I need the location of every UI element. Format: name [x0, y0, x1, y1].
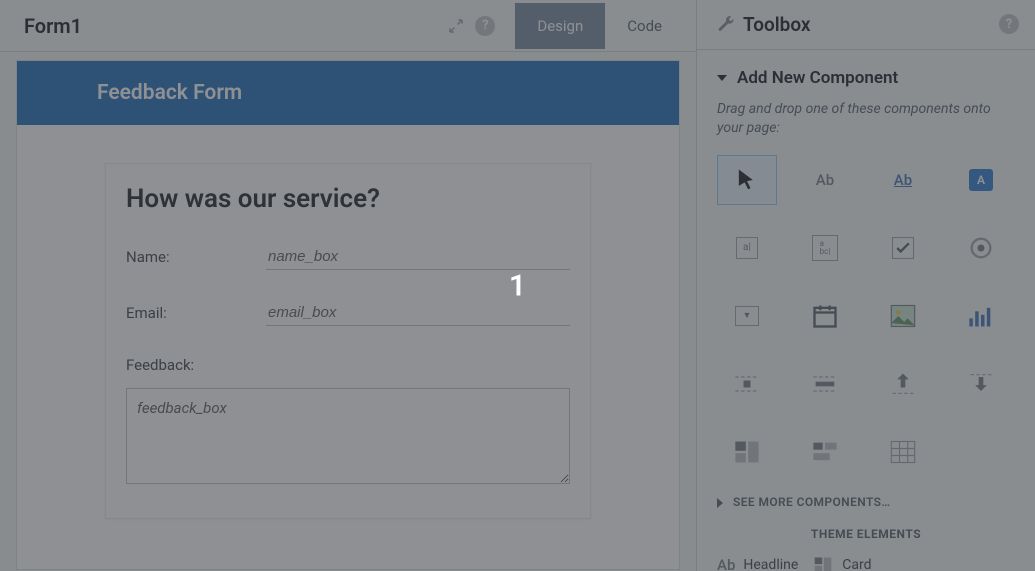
help-icon[interactable]: ? — [475, 16, 495, 36]
image-icon — [889, 302, 917, 330]
component-cursor[interactable] — [717, 155, 777, 205]
form-canvas[interactable]: Feedback Form How was our service? Name:… — [16, 60, 680, 570]
card-icon — [812, 555, 834, 571]
designer-header: Form1 ? Design Code — [0, 0, 696, 52]
form-card[interactable]: How was our service? Name: Email: Feedba… — [105, 163, 591, 519]
checkbox-icon — [889, 234, 917, 262]
toolbox-pane: Toolbox ? Add New Component Drag and dro… — [697, 0, 1035, 571]
name-input[interactable] — [266, 244, 570, 270]
component-link[interactable]: Ab — [873, 155, 933, 205]
dropdown-icon: ▼ — [735, 306, 759, 326]
component-button[interactable]: A — [951, 155, 1011, 205]
tab-code[interactable]: Code — [605, 3, 684, 49]
designer-pane: Form1 ? Design Code Feedback Form How wa… — [0, 0, 697, 571]
component-timer[interactable] — [795, 359, 855, 409]
see-more-components[interactable]: SEE MORE COMPONENTS… — [717, 495, 1015, 509]
column-panel-icon — [733, 438, 761, 466]
name-label[interactable]: Name: — [126, 248, 266, 266]
radio-icon — [967, 234, 995, 262]
theme-headline-label: Headline — [743, 557, 798, 571]
spacer-h-icon — [811, 370, 839, 398]
component-fileloader[interactable] — [873, 359, 933, 409]
feedback-label[interactable]: Feedback: — [126, 356, 570, 374]
upload-icon — [889, 370, 917, 398]
theme-headline[interactable]: Ab Headline — [717, 556, 798, 571]
caret-right-icon — [717, 498, 723, 508]
email-input[interactable] — [266, 300, 570, 326]
component-label[interactable]: Ab — [795, 155, 855, 205]
chart-icon — [967, 302, 995, 330]
component-dropdown[interactable]: ▼ — [717, 291, 777, 341]
cursor-icon — [733, 166, 761, 194]
add-component-section[interactable]: Add New Component — [717, 68, 1015, 88]
component-radio[interactable] — [951, 223, 1011, 273]
component-download[interactable] — [951, 359, 1011, 409]
component-datepicker[interactable] — [795, 291, 855, 341]
component-textbox[interactable]: a| — [717, 223, 777, 273]
form-title-bar[interactable]: Feedback Form — [17, 61, 679, 125]
canvas-area[interactable]: Feedback Form How was our service? Name:… — [0, 52, 696, 571]
component-data-grid[interactable] — [873, 427, 933, 477]
tab-design[interactable]: Design — [515, 3, 605, 49]
label-icon: Ab — [816, 171, 834, 189]
wrench-icon — [717, 15, 735, 33]
textarea-icon: abc| — [812, 235, 838, 261]
label-icon: Ab — [717, 556, 735, 571]
toolbox-hint: Drag and drop one of these components on… — [717, 100, 1015, 139]
theme-elements-label: THEME ELEMENTS — [717, 527, 1015, 541]
data-grid-icon — [889, 438, 917, 466]
link-icon: Ab — [894, 171, 912, 189]
spacer-icon — [733, 370, 761, 398]
component-column-panel[interactable] — [717, 427, 777, 477]
component-plot[interactable] — [951, 291, 1011, 341]
expand-icon[interactable] — [447, 17, 465, 35]
component-grid: Ab Ab A a| abc| ▼ — [717, 155, 1015, 477]
component-spacer[interactable] — [717, 359, 777, 409]
caret-down-icon — [717, 75, 727, 81]
component-checkbox[interactable] — [873, 223, 933, 273]
calendar-icon — [811, 302, 839, 330]
button-icon: A — [969, 169, 993, 191]
form-name-title: Form1 — [24, 14, 447, 38]
theme-card-label: Card — [842, 557, 871, 571]
feedback-textarea[interactable] — [126, 388, 570, 484]
textbox-icon: a| — [736, 237, 758, 259]
theme-elements-row: Ab Headline Card — [717, 555, 1015, 571]
theme-card[interactable]: Card — [812, 555, 871, 571]
toolbox-title: Toolbox — [743, 13, 999, 36]
section-label: Add New Component — [737, 68, 898, 88]
help-icon[interactable]: ? — [999, 14, 1019, 34]
component-textarea[interactable]: abc| — [795, 223, 855, 273]
component-image[interactable] — [873, 291, 933, 341]
download-icon — [967, 370, 995, 398]
toolbox-header: Toolbox ? — [697, 0, 1035, 50]
email-label[interactable]: Email: — [126, 304, 266, 322]
form-heading[interactable]: How was our service? — [126, 184, 570, 214]
component-flow-panel[interactable] — [795, 427, 855, 477]
flow-panel-icon — [811, 438, 839, 466]
view-tabs: Design Code — [515, 3, 684, 49]
